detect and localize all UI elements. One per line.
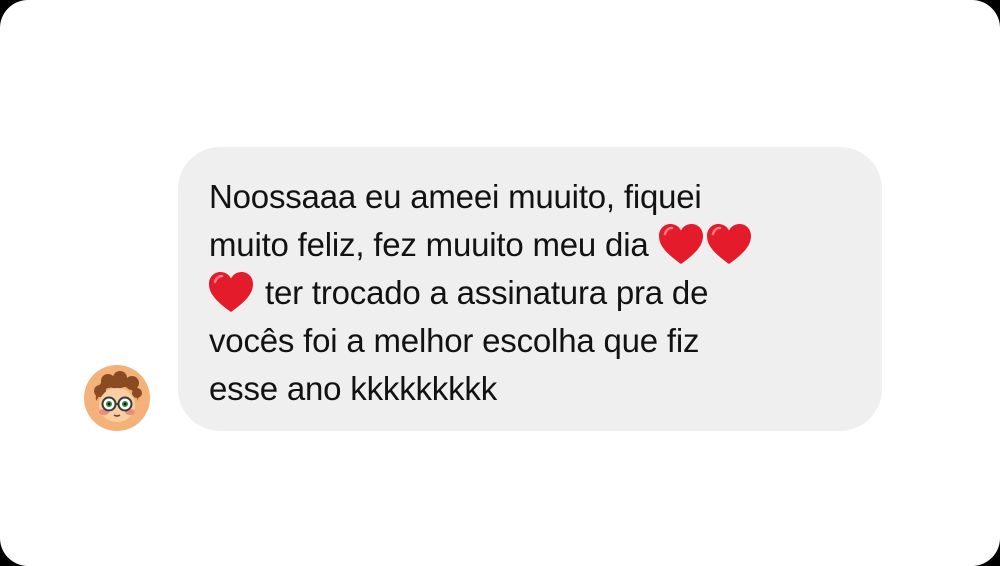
red-heart-icon: [705, 222, 753, 266]
message-line-1: Noossaaa eu ameei muuito, fiquei: [209, 178, 702, 215]
message-line-3: ter trocado a assinatura pra de: [209, 269, 852, 317]
avatar-illustration-icon: [94, 371, 142, 422]
message-bubble[interactable]: Noossaaa eu ameei muuito, fiquei muito f…: [178, 147, 882, 431]
chat-card: Noossaaa eu ameei muuito, fiquei muito f…: [0, 0, 1000, 566]
sender-avatar[interactable]: [84, 365, 150, 431]
message-line-2: muito feliz, fez muuito meu dia: [209, 221, 852, 269]
message-line-2-text: muito feliz, fez muuito meu dia: [209, 226, 649, 263]
message-line-4: vocês foi a melhor escolha que fiz: [209, 322, 700, 359]
red-heart-icon: [207, 270, 255, 314]
red-heart-icon: [657, 222, 705, 266]
message-line-3-text: ter trocado a assinatura pra de: [265, 274, 709, 311]
message-line-5: esse ano kkkkkkkkk: [209, 370, 498, 407]
